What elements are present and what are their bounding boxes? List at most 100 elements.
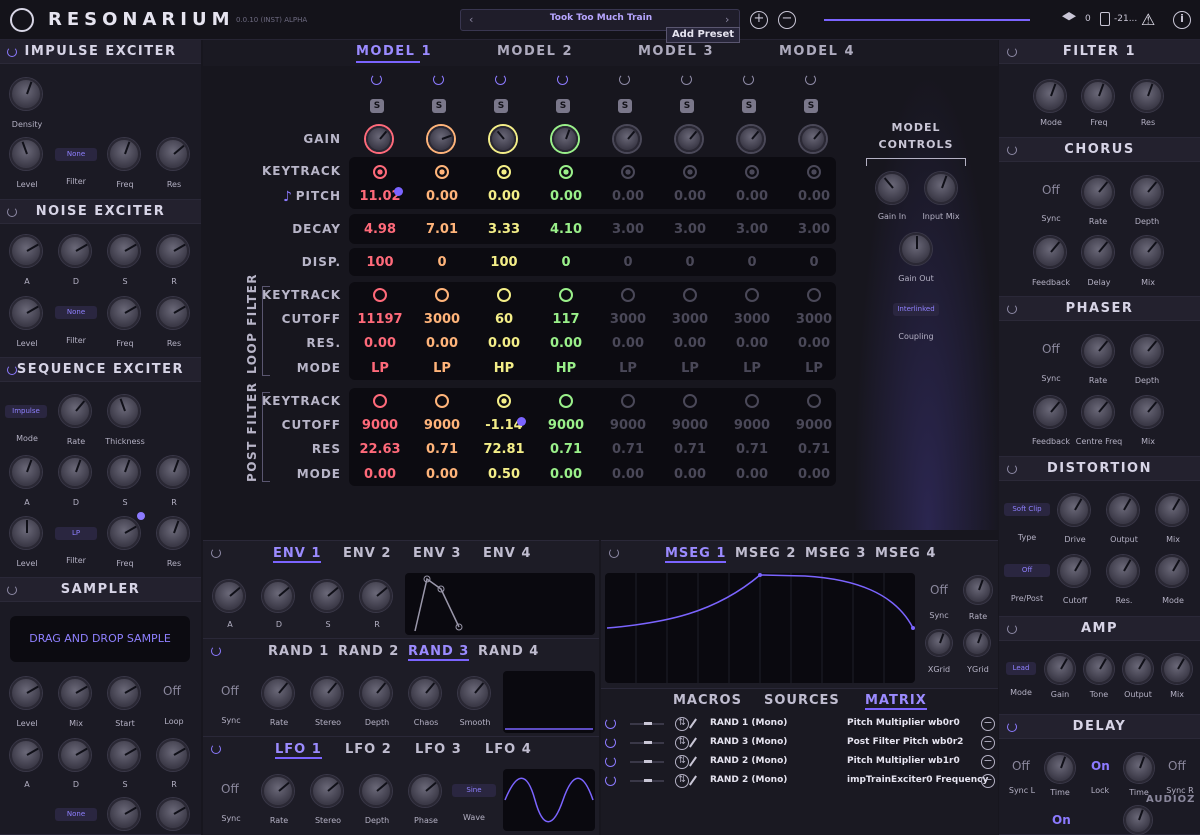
chorus-delay-knob[interactable] bbox=[1082, 236, 1114, 268]
matrix-row-4-power-icon[interactable] bbox=[605, 775, 616, 786]
model-7-decay[interactable]: 3.00 bbox=[721, 222, 783, 237]
delay-sync-r-toggle[interactable]: Off bbox=[1168, 759, 1186, 773]
model-8-lf_res[interactable]: 0.00 bbox=[783, 336, 845, 351]
noise-res-knob[interactable] bbox=[157, 297, 189, 329]
env-s-knob[interactable] bbox=[311, 580, 343, 612]
model-7-lf_res[interactable]: 0.00 bbox=[721, 336, 783, 351]
model-7-pf_cutoff[interactable]: 9000 bbox=[721, 418, 783, 433]
tab-env-3[interactable]: ENV 3 bbox=[413, 546, 461, 561]
model-5-decay[interactable]: 3.00 bbox=[597, 222, 659, 237]
matrix-row-1-source[interactable]: RAND 1 (Mono) bbox=[710, 718, 787, 728]
rand-chaos-knob[interactable] bbox=[409, 677, 441, 709]
gain-in-knob[interactable] bbox=[876, 172, 908, 204]
distortion-cutoff-knob[interactable] bbox=[1058, 555, 1090, 587]
phaser-sync-toggle[interactable]: Off bbox=[1042, 342, 1060, 356]
info-icon[interactable]: i bbox=[1173, 11, 1191, 29]
model-5-pf_res[interactable]: 0.71 bbox=[597, 442, 659, 457]
env-d-knob[interactable] bbox=[262, 580, 294, 612]
model-8-solo-button[interactable]: S bbox=[804, 99, 818, 113]
impulse-freq-knob[interactable] bbox=[108, 138, 140, 170]
delay-power-icon[interactable] bbox=[1007, 722, 1017, 732]
warning-icon[interactable]: ⚠ bbox=[1141, 10, 1155, 29]
distortion-res-knob[interactable] bbox=[1107, 555, 1139, 587]
delay-on-toggle[interactable]: On bbox=[1052, 813, 1071, 827]
sampler-r-knob[interactable] bbox=[157, 739, 189, 771]
distortion-power-icon[interactable] bbox=[1007, 464, 1017, 474]
impulse-density-knob[interactable] bbox=[10, 78, 42, 110]
model-8-lf-keytrack-toggle[interactable] bbox=[807, 288, 821, 302]
lfo-depth-knob[interactable] bbox=[360, 775, 392, 807]
tab-model-3[interactable]: MODEL 3 bbox=[638, 44, 714, 59]
model-8-pf-keytrack-toggle[interactable] bbox=[807, 394, 821, 408]
amp-mix-knob[interactable] bbox=[1162, 654, 1192, 684]
sequence-freq-knob[interactable] bbox=[108, 517, 140, 549]
chorus-mix-knob[interactable] bbox=[1131, 236, 1163, 268]
model-6-keytrack-toggle[interactable] bbox=[683, 165, 697, 179]
lfo-rate-knob[interactable] bbox=[262, 775, 294, 807]
model-4-pf-keytrack-toggle[interactable] bbox=[559, 394, 573, 408]
lfo-graph[interactable] bbox=[503, 769, 595, 831]
phaser-rate-knob[interactable] bbox=[1082, 335, 1114, 367]
model-1-keytrack-toggle[interactable] bbox=[373, 165, 387, 179]
sequence-level-knob[interactable] bbox=[10, 517, 42, 549]
model-7-power-icon[interactable] bbox=[743, 74, 754, 85]
tab-mseg-2[interactable]: MSEG 2 bbox=[735, 546, 796, 561]
gain-out-knob[interactable] bbox=[900, 233, 932, 265]
model-3-pf-keytrack-toggle[interactable] bbox=[497, 394, 511, 408]
lfo-phase-knob[interactable] bbox=[409, 775, 441, 807]
model-6-disp[interactable]: 0 bbox=[659, 255, 721, 270]
tab-env-2[interactable]: ENV 2 bbox=[343, 546, 391, 561]
model-8-gain-knob[interactable] bbox=[800, 126, 826, 152]
model-1-lf_cutoff[interactable]: 11197 bbox=[349, 312, 411, 327]
amp-tone-knob[interactable] bbox=[1084, 654, 1114, 684]
model-1-disp[interactable]: 100 bbox=[349, 255, 411, 270]
mseg-sync-toggle[interactable]: Off bbox=[930, 583, 948, 597]
sequence-thickness-knob[interactable] bbox=[108, 395, 140, 427]
model-7-keytrack-toggle[interactable] bbox=[745, 165, 759, 179]
model-8-lf_cutoff[interactable]: 3000 bbox=[783, 312, 845, 327]
matrix-row-2-source[interactable]: RAND 3 (Mono) bbox=[710, 737, 787, 747]
model-7-pitch[interactable]: 0.00 bbox=[721, 189, 783, 204]
model-7-pf_mode[interactable]: 0.00 bbox=[721, 467, 783, 482]
matrix-row-4-slider-thumb[interactable] bbox=[644, 779, 652, 782]
next-preset-icon[interactable]: › bbox=[725, 13, 729, 26]
model-5-lf_res[interactable]: 0.00 bbox=[597, 336, 659, 351]
model-8-keytrack-toggle[interactable] bbox=[807, 165, 821, 179]
prev-preset-icon[interactable]: ‹ bbox=[469, 13, 473, 26]
impulse-filter-select[interactable]: None bbox=[55, 148, 97, 161]
model-1-pf_cutoff[interactable]: 9000 bbox=[349, 418, 411, 433]
matrix-row-2-remove-icon[interactable]: − bbox=[981, 736, 995, 750]
sampler-s-knob[interactable] bbox=[108, 739, 140, 771]
model-5-disp[interactable]: 0 bbox=[597, 255, 659, 270]
tab-matrix[interactable]: MATRIX bbox=[865, 693, 927, 710]
model-6-lf_cutoff[interactable]: 3000 bbox=[659, 312, 721, 327]
chorus-power-icon[interactable] bbox=[1007, 145, 1017, 155]
sequence-rate-knob[interactable] bbox=[59, 395, 91, 427]
add-preset-tooltip[interactable]: Add Preset bbox=[666, 27, 740, 43]
model-3-gain-knob[interactable] bbox=[490, 126, 516, 152]
model-5-solo-button[interactable]: S bbox=[618, 99, 632, 113]
sequence-power-icon[interactable] bbox=[7, 365, 17, 375]
distortion-mix-knob[interactable] bbox=[1156, 494, 1188, 526]
model-4-lf_mode[interactable]: HP bbox=[535, 361, 597, 376]
distortion-output-knob[interactable] bbox=[1107, 494, 1139, 526]
model-6-lf_res[interactable]: 0.00 bbox=[659, 336, 721, 351]
model-7-pf_res[interactable]: 0.71 bbox=[721, 442, 783, 457]
coupling-select[interactable]: Interlinked bbox=[893, 303, 939, 316]
filter1-res-knob[interactable] bbox=[1131, 80, 1163, 112]
delay-sync-l-toggle[interactable]: Off bbox=[1012, 759, 1030, 773]
noise-d-knob[interactable] bbox=[59, 235, 91, 267]
phaser-mix-knob[interactable] bbox=[1131, 396, 1163, 428]
distortion-prepost-select[interactable]: Off bbox=[1004, 564, 1050, 577]
model-2-decay[interactable]: 7.01 bbox=[411, 222, 473, 237]
distortion-type-select[interactable]: Soft Clip bbox=[1004, 503, 1050, 516]
matrix-row-1-power-icon[interactable] bbox=[605, 718, 616, 729]
matrix-row-1-slider-thumb[interactable] bbox=[644, 722, 652, 725]
impulse-power-icon[interactable] bbox=[7, 47, 17, 57]
model-2-lf_cutoff[interactable]: 3000 bbox=[411, 312, 473, 327]
sequence-filter-select[interactable]: LP bbox=[55, 527, 97, 540]
noise-a-knob[interactable] bbox=[10, 235, 42, 267]
model-6-pf_res[interactable]: 0.71 bbox=[659, 442, 721, 457]
model-1-gain-knob[interactable] bbox=[366, 126, 392, 152]
tab-macros[interactable]: MACROS bbox=[673, 693, 742, 708]
